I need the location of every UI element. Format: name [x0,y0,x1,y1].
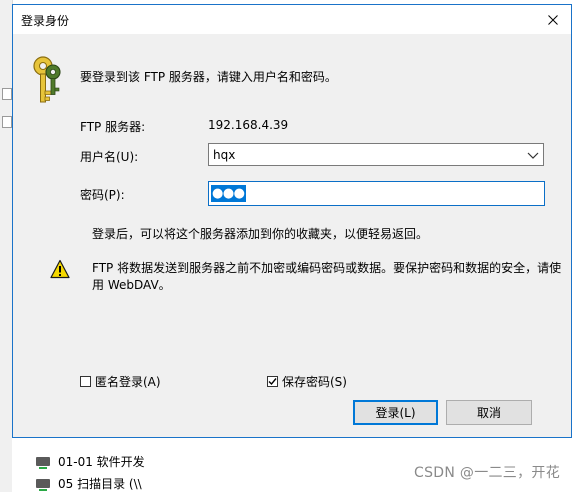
password-label: 密码(P): [80,188,125,202]
dialog-content: 要登录到该 FTP 服务器，请键入用户名和密码。 FTP 服务器: 192.16… [13,34,571,437]
close-icon [548,14,558,25]
network-drive-icon [36,478,50,491]
username-combobox[interactable]: hqx [208,143,544,166]
warning-icon [50,259,70,279]
background-list-item[interactable]: 01-01 软件开发 [36,452,158,470]
login-dialog: 登录身份 要登录到该 FTP 服务器，请键入用户名和密码。 FTP 服务器: 1… [12,4,572,438]
background-folder-list: 01-01 软件开发 05 扫描目录 (\\ [12,438,163,492]
anonymous-login-label: 匿名登录(A) [95,375,161,389]
password-input[interactable]: ●●● [208,181,545,206]
watermark: CSDN @一二三，开花 [414,465,560,481]
background-control [2,88,12,100]
checkbox-box[interactable] [267,376,278,387]
checkmark-icon [268,378,277,386]
intro-text: 要登录到该 FTP 服务器，请键入用户名和密码。 [80,70,337,84]
close-button[interactable] [535,5,571,34]
background-list-item[interactable]: 05 扫描目录 (\\ [36,474,158,492]
anonymous-login-checkbox[interactable]: 匿名登录(A) [80,373,161,390]
dialog-titlebar[interactable]: 登录身份 [13,5,571,34]
warning-text: FTP 将数据发送到服务器之前不加密或编码密码或数据。要保护密码和数据的安全，请… [92,261,562,292]
save-password-label: 保存密码(S) [282,375,347,389]
background-control [2,116,12,128]
dialog-title: 登录身份 [21,14,70,28]
server-value: 192.168.4.39 [208,118,289,132]
info-text: 登录后，可以将这个服务器添加到你的收藏夹，以便轻易返回。 [92,227,429,241]
save-password-checkbox[interactable]: 保存密码(S) [267,373,347,390]
cancel-button[interactable]: 取消 [446,400,532,425]
keys-icon [33,56,61,103]
server-label: FTP 服务器: [80,120,146,134]
username-value: hqx [213,148,236,162]
network-drive-icon [36,456,50,469]
checkbox-box[interactable] [80,376,91,387]
chevron-down-icon[interactable] [527,150,539,160]
login-button[interactable]: 登录(L) [353,400,438,425]
password-masked-value: ●●● [211,185,246,202]
username-label: 用户名(U): [80,150,139,164]
